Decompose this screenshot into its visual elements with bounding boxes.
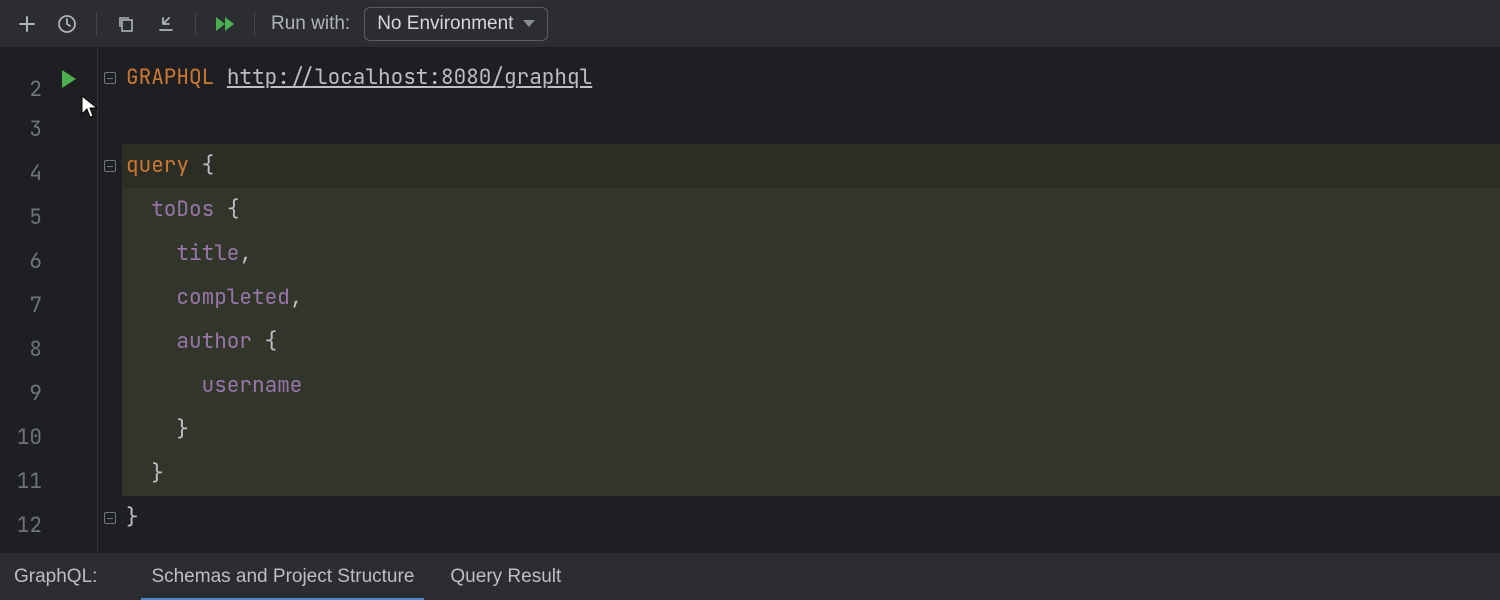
fold-gutter [98,48,122,552]
tab-label: Schemas and Project Structure [151,566,414,588]
code-line[interactable]: query { [122,144,1500,188]
code-line[interactable]: author { [122,320,1500,364]
brace: } [176,416,189,443]
mouse-cursor-icon [80,94,100,120]
toolbar-separator [96,12,97,36]
panel-title: GraphQL: [14,566,97,588]
copy-button[interactable] [109,7,143,41]
environment-value: No Environment [377,13,513,35]
run-gutter [52,48,98,552]
chevron-down-icon [523,20,535,27]
run-request-icon[interactable] [62,70,76,88]
request-url[interactable]: http://localhost:8080/graphql [227,64,592,91]
code-line[interactable]: toDos { [122,188,1500,232]
history-button[interactable] [50,7,84,41]
import-button[interactable] [149,7,183,41]
brace: } [126,504,139,531]
brace: { [202,152,215,179]
run-all-button[interactable] [208,7,242,41]
graphql-tool-window: GraphQL: Schemas and Project Structure Q… [0,552,1500,600]
code-line[interactable]: } [122,408,1500,452]
environment-dropdown[interactable]: No Environment [364,7,548,41]
field-title: title [176,240,239,267]
fold-toggle-icon[interactable] [104,72,116,84]
code-editor[interactable]: 2 3 4 5 6 7 8 9 10 11 12 GRAPHQL http://… [0,48,1500,552]
code-line[interactable]: } [122,496,1500,540]
field-author: author [176,328,252,355]
code-line[interactable]: username [122,364,1500,408]
field-username: username [202,372,303,399]
brace: } [151,460,164,487]
toolbar: Run with: No Environment [0,0,1500,48]
http-method: GRAPHQL [126,64,214,91]
fold-toggle-icon[interactable] [104,160,116,172]
tab-schemas[interactable]: Schemas and Project Structure [133,553,432,600]
code-line[interactable]: } [122,452,1500,496]
code-content[interactable]: GRAPHQL http://localhost:8080/graphql qu… [122,48,1500,552]
line-number-gutter: 2 3 4 5 6 7 8 9 10 11 12 [0,48,52,552]
toolbar-separator [195,12,196,36]
comma: , [290,284,303,311]
toolbar-separator [254,12,255,36]
keyword-query: query [126,152,189,179]
code-line[interactable]: GRAPHQL http://localhost:8080/graphql [122,48,1500,100]
tab-query-result[interactable]: Query Result [432,553,579,600]
tab-label: Query Result [450,566,561,588]
brace: { [227,196,240,223]
code-line[interactable]: completed, [122,276,1500,320]
fold-toggle-icon[interactable] [104,512,116,524]
add-button[interactable] [10,7,44,41]
code-line[interactable]: title, [122,232,1500,276]
run-with-label: Run with: [271,13,350,35]
field-completed: completed [176,284,289,311]
line-number: 2 [0,48,42,100]
brace: { [265,328,278,355]
code-line[interactable] [122,100,1500,144]
field-toDos: toDos [151,196,214,223]
comma: , [239,240,252,267]
